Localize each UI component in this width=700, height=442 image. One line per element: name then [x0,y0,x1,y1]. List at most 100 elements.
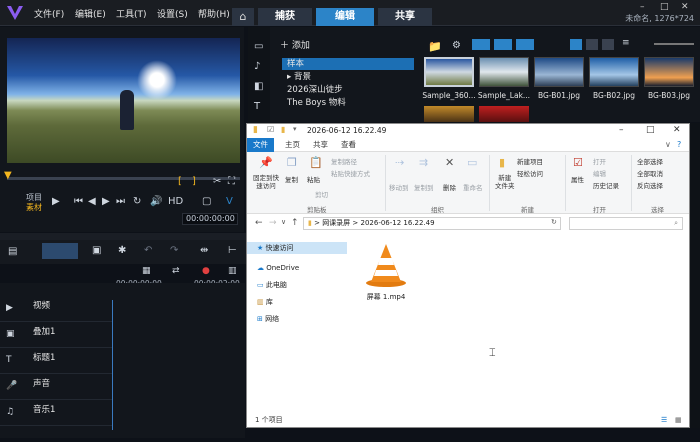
tab-capture[interactable]: 捕获 [258,8,312,26]
track-video[interactable]: ▶ 视频 [0,297,112,322]
delete-icon[interactable]: ✕ [445,156,454,169]
tab-file[interactable]: 文件 [247,138,274,152]
breadcrumb-item[interactable]: 网课录屏 [322,219,350,227]
list-view-icon[interactable] [570,39,582,50]
folder-icon[interactable]: 📁 [428,40,442,53]
nav-network[interactable]: ⊞ 网络 [257,313,279,325]
easy-access-button[interactable]: 轻松访问 [517,168,543,178]
timecode-display[interactable]: 00:00:00:00 [182,213,238,225]
copy-to-button[interactable]: 复制到 [414,182,434,192]
prev-frame-icon[interactable]: ◀ [88,196,96,207]
file-item[interactable] [363,240,409,300]
track-overlay[interactable]: ▣ 叠加1 [0,323,112,348]
close-icon[interactable]: ✕ [673,125,681,135]
address-bar[interactable]: ▮ > 网课录屏 > 2026-06-12 16.22.49 [303,217,561,230]
refresh-icon[interactable]: ↻ [551,218,557,226]
copy-to-icon[interactable]: ⇉ [419,156,428,169]
timeline-view-button[interactable] [42,243,78,259]
search-input[interactable]: ⌕ [569,217,683,230]
move-to-button[interactable]: 移动到 [389,182,409,192]
video-filter-icon[interactable] [472,39,490,50]
gear-icon[interactable]: ⚙ [452,40,461,51]
menu-settings[interactable]: 设置(S) [157,7,188,20]
help-icon[interactable]: ? [677,140,681,149]
thumb-bg-b01[interactable] [534,57,584,87]
nav-onedrive[interactable]: ☁ OneDrive [257,262,299,274]
up-icon[interactable]: ↑ [291,218,299,228]
new-folder-icon[interactable]: ▮ [499,156,505,169]
fit-icon[interactable]: ⇹ [200,245,208,256]
nav-this-pc[interactable]: ▭ 此电脑 [257,279,287,291]
folder-item[interactable]: ▸ 背景 [282,71,311,83]
next-frame-icon[interactable]: ▶ [102,196,110,207]
play-icon[interactable]: ▶ [52,196,60,207]
close-icon[interactable]: ✕ [681,2,689,12]
split-icon[interactable]: ✂ [213,176,221,187]
cut-button[interactable]: 剪切 [315,189,328,199]
delete-button[interactable]: 删除 [443,182,456,192]
properties-icon[interactable]: ☑ [573,156,583,169]
history-button[interactable]: 历史记录 [593,180,619,190]
tab-view[interactable]: 查看 [335,140,362,152]
quick-access-toolbar-icon[interactable]: ☑ [267,125,274,134]
nav-quick-access[interactable]: ★ 快速访问 [247,242,347,254]
storyboard-view-icon[interactable]: ▤ [8,246,17,257]
maximize-icon[interactable]: □ [660,2,669,12]
menu-edit[interactable]: 编辑(E) [75,7,106,20]
minimize-icon[interactable]: – [640,2,645,12]
open-button[interactable]: 打开 [593,156,606,166]
breadcrumb-item[interactable]: 2026-06-12 16.22.49 [361,219,435,227]
move-to-icon[interactable]: ⇢ [395,156,404,169]
thumb-bg-b03[interactable] [644,57,694,87]
transition-icon[interactable]: ◧ [254,81,263,92]
invert-selection-button[interactable]: 反向选择 [637,180,663,190]
menu-v-icon[interactable]: V [226,196,233,207]
copy-icon[interactable]: ❐ [287,156,297,169]
audio-mixer-icon[interactable]: ▥ [228,266,237,276]
mode-clip[interactable]: 素材 [26,202,42,213]
track-music[interactable]: ♫ 音乐1 [0,401,112,426]
track-manager-icon[interactable]: ▣ [92,245,101,256]
forward-icon[interactable]: → [269,218,277,228]
track-voice[interactable]: 🎤 声音 [0,375,112,400]
pin-button[interactable]: 固定到快 速访问 [251,174,281,190]
redo-icon[interactable]: ↷ [170,245,178,256]
paste-button[interactable]: 粘贴 [307,174,320,184]
chevron-down-icon[interactable]: ▾ [293,125,297,133]
thumb-sample-lake[interactable] [479,57,529,87]
record-mic-icon[interactable]: ● [202,266,210,276]
rename-button[interactable]: 重命名 [463,182,483,192]
undo-icon[interactable]: ↶ [144,245,152,256]
properties-button[interactable]: 属性 [571,174,584,184]
trim-bar[interactable] [7,177,240,180]
hd-icon[interactable]: HD [168,196,183,207]
select-all-button[interactable]: 全部选择 [637,156,663,166]
copy-button[interactable]: 复制 [285,174,298,184]
mark-icon[interactable]: ⊢ [228,245,237,256]
new-folder-button[interactable]: 新建 文件夹 [495,174,515,190]
thumb-partial[interactable] [424,106,474,122]
music-note-icon[interactable]: ♪ [254,61,260,72]
volume-icon[interactable]: 🔊 [150,196,162,207]
paste-icon[interactable]: 📋 [309,156,323,169]
new-item-button[interactable]: 新建项目 [517,156,543,166]
trim-start-marker-icon[interactable]: ▼ [4,170,14,181]
tab-share[interactable]: 共享 [307,140,334,152]
menu-help[interactable]: 帮助(H) [198,7,230,20]
fullscreen-icon[interactable]: ⛶ [228,176,235,187]
pin-icon[interactable]: 📌 [259,156,273,169]
back-icon[interactable]: ← [255,218,263,228]
audio-filter-icon[interactable] [516,39,534,50]
chevron-down-icon[interactable]: ∨ [665,140,671,149]
thumb-partial[interactable] [479,106,529,122]
rename-icon[interactable]: ▭ [467,156,477,169]
track-title[interactable]: T 标题1 [0,349,112,374]
folder-item[interactable]: The Boys 物料 [282,97,346,109]
maximize-icon[interactable]: □ [646,125,655,135]
chevron-down-icon[interactable]: ∨ [281,218,286,226]
menu-tools[interactable]: 工具(T) [116,7,147,20]
folder-item[interactable]: 样本 [282,58,414,70]
timeline-playhead-area[interactable] [112,300,245,430]
select-none-button[interactable]: 全部取消 [637,168,663,178]
subtitle-icon[interactable]: ▦ [142,266,151,276]
